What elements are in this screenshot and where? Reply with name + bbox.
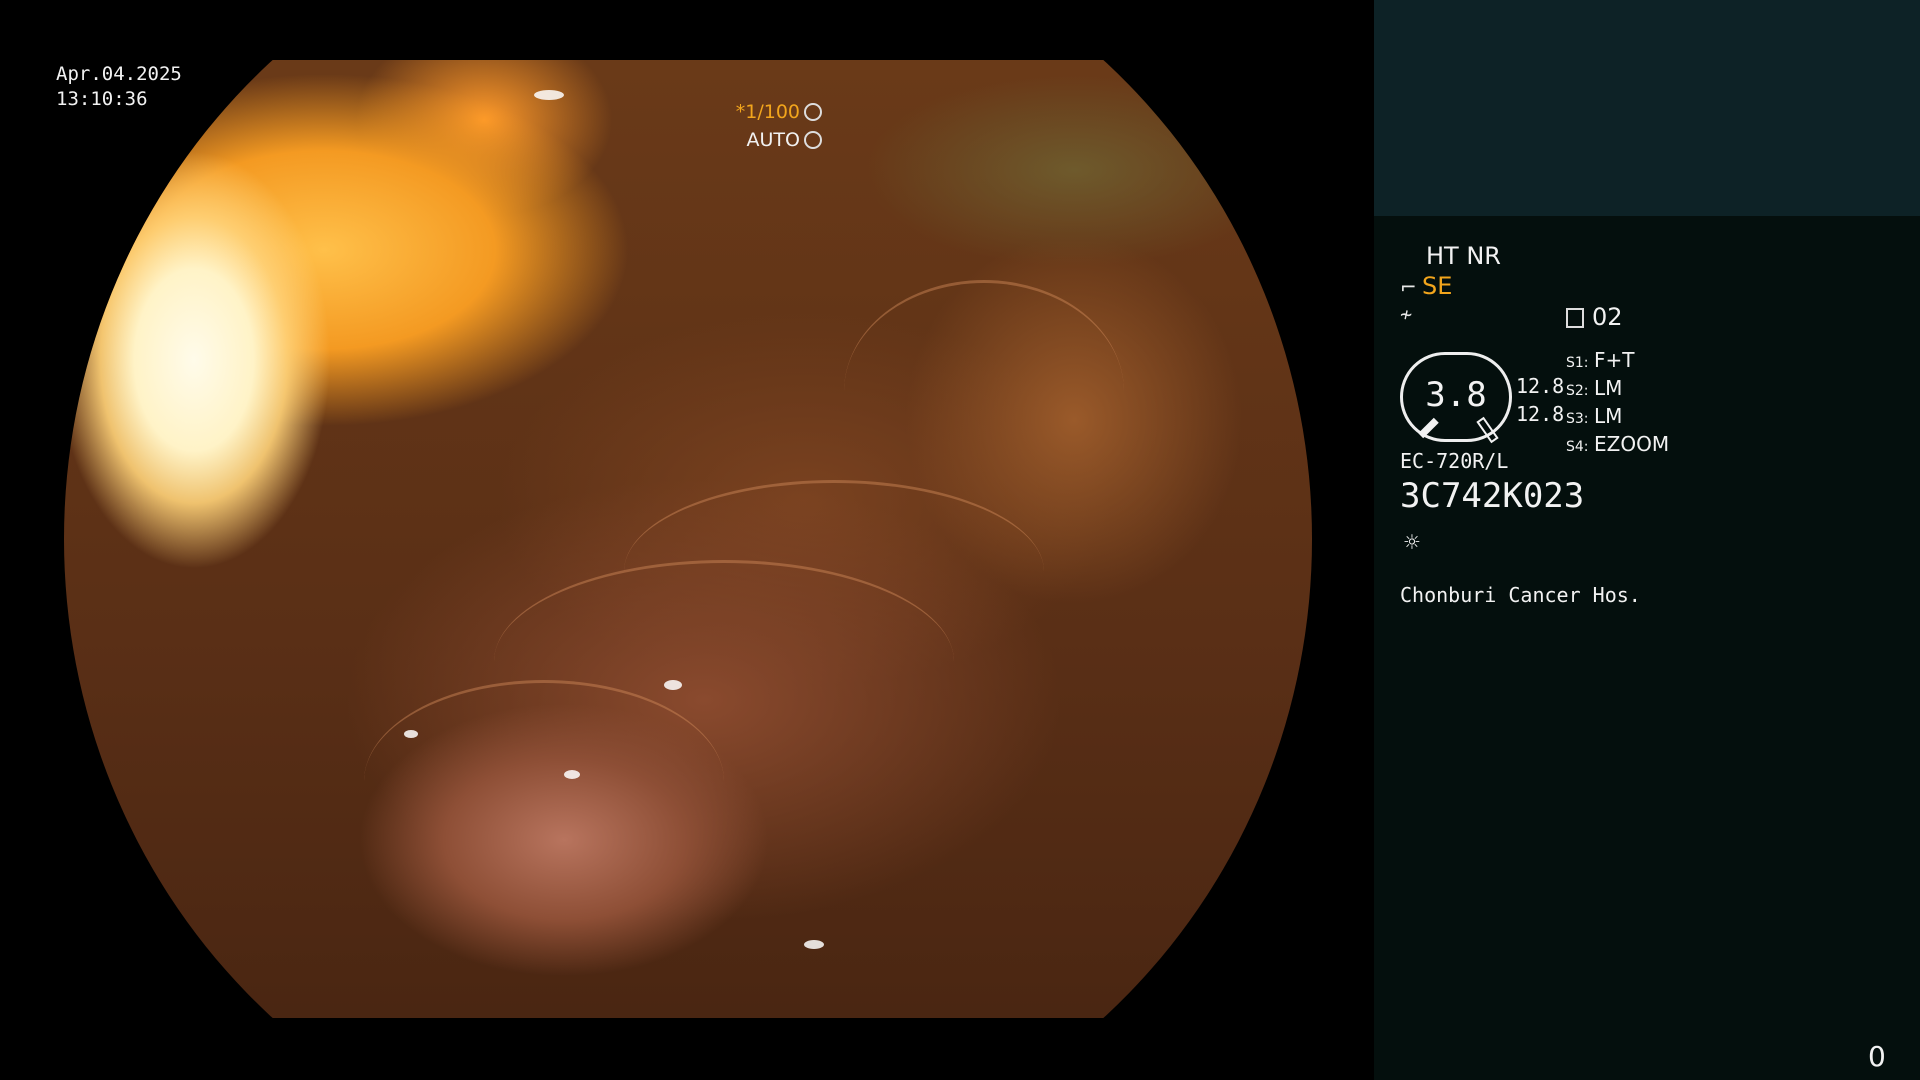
memory-indicator: 02: [1566, 303, 1623, 331]
switch-row: S3: LM: [1566, 404, 1669, 432]
scope-model: EC-720R/L: [1400, 449, 1509, 473]
switch-assignments: S1: F+T S2: LM S3: LM S4: EZOOM: [1566, 348, 1669, 460]
timestamp: Apr.04.2025 13:10:36: [56, 62, 182, 112]
switch-row: S1: F+T: [1566, 348, 1669, 376]
light-reflection: [404, 730, 418, 738]
hospital-name: Chonburi Cancer Hos.: [1400, 583, 1641, 607]
switch-key: S3:: [1566, 411, 1589, 427]
switch-key: S1:: [1566, 355, 1589, 371]
light-reflection: [534, 90, 564, 100]
mucosal-fold: [364, 680, 724, 883]
endoscopic-image: [64, 60, 1312, 1018]
exposure-info: *1/100 AUTO: [736, 98, 822, 154]
switch-value: F+T: [1594, 348, 1635, 372]
endoscope-view: Apr.04.2025 13:10:36 *1/100 AUTO: [0, 0, 1374, 1080]
image-counter: 0: [1868, 1040, 1886, 1073]
iris-icon: [804, 131, 822, 149]
structure-enhance-icon: ⌐: [1400, 275, 1417, 299]
light-reflection: [804, 940, 824, 949]
gauge: 3.8: [1400, 352, 1512, 444]
time-label: 13:10:36: [56, 88, 148, 110]
date-label: Apr.04.2025: [56, 63, 182, 85]
memory-icon: [1566, 308, 1584, 328]
structure-mode-label: SE: [1422, 272, 1453, 300]
light-reflection: [664, 680, 682, 690]
shutter-speed: *1/100: [735, 101, 800, 123]
gauge-needle-icon: [1418, 417, 1439, 439]
structure-mode-row: ⌐ SE: [1400, 272, 1452, 300]
iris-mode: AUTO: [746, 129, 800, 151]
reading-value: 12.8: [1516, 374, 1565, 398]
shutter-icon: [804, 103, 822, 121]
switch-row: S2: LM: [1566, 376, 1669, 404]
switch-value: EZOOM: [1594, 432, 1670, 456]
light-reflection: [564, 770, 580, 779]
scope-serial: 3C742K023: [1400, 476, 1585, 516]
readings: 12.8 12.8: [1516, 372, 1564, 428]
gauge-value: 3.8: [1425, 375, 1487, 415]
switch-key: S4:: [1566, 439, 1589, 455]
switch-row: S4: EZOOM: [1566, 432, 1669, 460]
switch-value: LM: [1594, 404, 1623, 428]
info-panel: HT NR ⌐ SE: [1374, 0, 1920, 1080]
memory-count: 02: [1592, 303, 1623, 331]
info-panel-header: [1374, 0, 1920, 216]
switch-value: LM: [1594, 376, 1623, 400]
switch-key: S2:: [1566, 383, 1589, 399]
light-source-icon: ☼: [1404, 528, 1420, 558]
mucosal-fold: [844, 280, 1124, 503]
enhancement-label: HT NR: [1426, 242, 1501, 270]
reading-value: 12.8: [1516, 402, 1565, 426]
gauge-marker-icon: [1476, 416, 1499, 444]
color-tone-icon: ≁: [1400, 302, 1413, 326]
